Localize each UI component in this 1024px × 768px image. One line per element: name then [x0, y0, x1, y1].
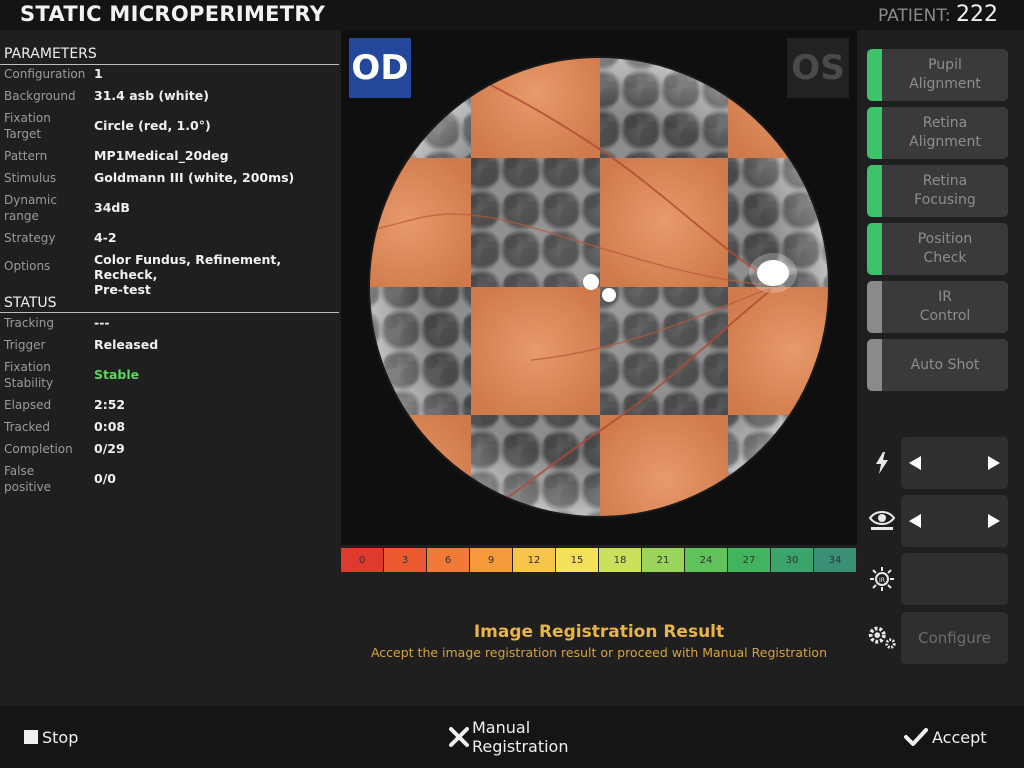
button-label: Auto Shot	[910, 356, 980, 373]
svg-text:IR: IR	[879, 577, 885, 584]
ir-light-icon: IR	[866, 563, 898, 595]
param-value: 4-2	[94, 230, 117, 245]
app-title: STATIC MICROPERIMETRY	[20, 2, 326, 26]
status-label: False positive	[4, 464, 52, 494]
status-label: Elapsed	[4, 398, 52, 412]
stop-label: Stop	[42, 727, 79, 747]
param-label: Strategy	[4, 231, 56, 245]
scale-cell-3: 3	[384, 548, 427, 572]
param-label: Configuration	[4, 67, 86, 81]
step-pending-indicator	[867, 339, 882, 391]
status-value: 2:52	[94, 397, 126, 412]
param-label: Options	[4, 259, 51, 273]
param-value: Color Fundus, Refinement, Recheck, Pre-t…	[94, 252, 282, 297]
param-label: Background	[4, 89, 76, 103]
button-label: Retina Focusing	[914, 173, 976, 208]
ir-control-box[interactable]	[901, 553, 1008, 605]
status-title: STATUS	[4, 295, 57, 311]
status-value: 0/29	[94, 441, 125, 456]
status-label: Completion	[4, 442, 73, 456]
retina-focusing-button[interactable]: Retina Focusing	[867, 165, 1008, 217]
manual-registration-button[interactable]: Manual Registration	[448, 706, 568, 768]
step-done-indicator	[867, 49, 882, 101]
button-label: Pupil Alignment	[909, 57, 981, 92]
status-value: 0:08	[94, 419, 126, 434]
patient-info: PATIENT: 222	[878, 2, 998, 27]
param-value: 31.4 asb (white)	[94, 88, 209, 103]
checkmark-icon	[904, 728, 928, 746]
fixation-decrease-arrow[interactable]	[901, 495, 929, 547]
stop-button[interactable]: Stop	[24, 706, 78, 768]
status-value: Released	[94, 337, 159, 352]
step-done-indicator	[867, 165, 882, 217]
param-value: 1	[94, 66, 103, 81]
retina-alignment-button[interactable]: Retina Alignment	[867, 107, 1008, 159]
button-label: Position Check	[917, 231, 973, 266]
param-label: Pattern	[4, 149, 48, 163]
fixation-control	[901, 495, 1008, 547]
stop-icon	[24, 730, 38, 744]
registration-subtitle: Accept the image registration result or …	[370, 645, 828, 660]
position-check-button[interactable]: Position Check	[867, 223, 1008, 275]
patient-id: 222	[956, 2, 998, 27]
scale-cell-24: 24	[685, 548, 728, 572]
status-label: Trigger	[4, 338, 46, 352]
flash-intensity-control	[901, 437, 1008, 489]
param-label: Stimulus	[4, 171, 57, 185]
scale-cell-21: 21	[642, 548, 685, 572]
lightning-icon	[866, 447, 898, 479]
step-done-indicator	[867, 107, 882, 159]
param-label: Dynamic range	[4, 193, 57, 223]
status-label: Tracking	[4, 316, 54, 330]
button-label: IR Control	[919, 289, 971, 324]
param-value: MP1Medical_20deg	[94, 148, 229, 163]
param-label: Fixation Target	[4, 111, 51, 141]
cross-icon	[449, 727, 469, 747]
param-value: Goldmann III (white, 200ms)	[94, 170, 295, 185]
eye-icon	[866, 504, 898, 536]
od-eye-button[interactable]: OD	[349, 38, 411, 98]
fixation-increase-arrow[interactable]	[980, 495, 1008, 547]
scale-cell-27: 27	[728, 548, 771, 572]
pupil-alignment-button[interactable]: Pupil Alignment	[867, 49, 1008, 101]
bottom-action-bar: Stop Manual Registration Accept	[0, 706, 1024, 768]
status-value: Stable	[94, 367, 140, 382]
scale-cell-18: 18	[599, 548, 642, 572]
auto-shot-button[interactable]: Auto Shot	[867, 339, 1008, 391]
registered-retina-image	[368, 56, 830, 518]
scale-cell-0: 0	[341, 548, 384, 572]
scale-cell-15: 15	[556, 548, 599, 572]
accept-button[interactable]: Accept	[904, 706, 987, 768]
scale-cell-34: 34	[814, 548, 857, 572]
scale-cell-6: 6	[427, 548, 470, 572]
parameters-title: PARAMETERS	[4, 46, 97, 62]
gears-icon	[866, 621, 898, 653]
step-pending-indicator	[867, 281, 882, 333]
status-value: 0/0	[94, 471, 116, 486]
scale-cell-12: 12	[513, 548, 556, 572]
title-bar: STATIC MICROPERIMETRY PATIENT: 222	[0, 0, 1024, 30]
registration-title: Image Registration Result	[473, 622, 725, 642]
os-eye-button[interactable]: OS	[787, 38, 849, 98]
status-value: ---	[94, 315, 110, 330]
status-divider	[0, 312, 339, 313]
flash-decrease-arrow[interactable]	[901, 437, 929, 489]
param-value: 34dB	[94, 200, 130, 215]
configure-button[interactable]: Configure	[901, 612, 1008, 664]
manual-registration-label: Manual Registration	[472, 718, 569, 756]
patient-label: PATIENT:	[878, 6, 951, 26]
param-value: Circle (red, 1.0°)	[94, 118, 211, 133]
retina-image-panel[interactable]: OD OS	[341, 30, 857, 545]
scale-cell-30: 30	[771, 548, 814, 572]
flash-increase-arrow[interactable]	[980, 437, 1008, 489]
status-label: Fixation Stability	[4, 360, 54, 390]
status-label: Tracked	[4, 420, 50, 434]
ir-control-button[interactable]: IR Control	[867, 281, 1008, 333]
step-done-indicator	[867, 223, 882, 275]
scale-cell-9: 9	[470, 548, 513, 572]
sensitivity-scale: 0 3 6 9 12 15 18 21 24 27 30 34	[341, 548, 857, 572]
button-label: Retina Alignment	[909, 115, 981, 150]
parameters-divider	[0, 64, 339, 65]
accept-label: Accept	[932, 727, 987, 747]
